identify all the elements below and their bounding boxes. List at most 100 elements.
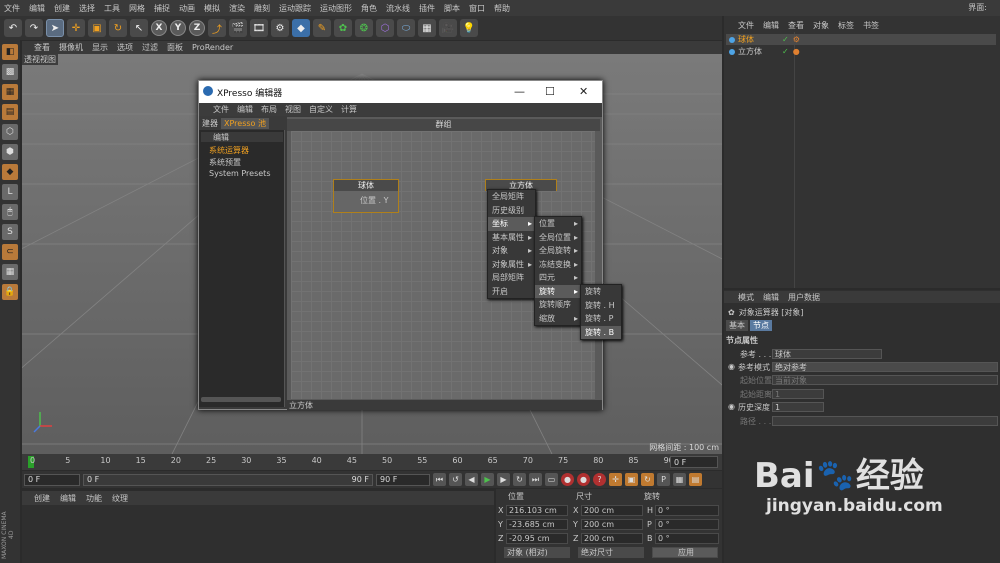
menu-edit[interactable]: 编辑 (29, 3, 45, 14)
x-axis-lock[interactable]: X (151, 20, 167, 36)
next-key-icon[interactable]: ↻ (513, 473, 526, 486)
menu-window[interactable]: 窗口 (469, 3, 485, 14)
menu-select[interactable]: 选择 (79, 3, 95, 14)
am-mode-menu[interactable]: 模式 (738, 292, 754, 303)
menu-item[interactable]: 位置 ▸ (535, 217, 581, 231)
menu-plugins[interactable]: 插件 (419, 3, 435, 14)
key-rotation-icon[interactable]: ↻ (641, 473, 654, 486)
size-x-field[interactable]: 200 cm (581, 504, 643, 516)
magnet-icon[interactable]: ⊂ (2, 244, 18, 260)
cameras-menu[interactable]: 摄像机 (59, 42, 83, 53)
om-tags-menu[interactable]: 标签 (838, 20, 854, 31)
tab-basic[interactable]: 基本 (726, 320, 748, 331)
tree-item-presets-en[interactable]: System Presets (209, 169, 271, 178)
menu-help[interactable]: 帮助 (494, 3, 510, 14)
size-z-field[interactable]: 200 cm (581, 532, 643, 544)
am-userdata-menu[interactable]: 用户数据 (788, 292, 820, 303)
tweak-mode-icon[interactable]: 🖱 (2, 204, 18, 220)
workplane-icon[interactable]: ▤ (2, 104, 18, 120)
menu-item[interactable]: 四元 ▸ (535, 271, 581, 285)
material-texture-menu[interactable]: 纹理 (112, 493, 128, 504)
array-icon[interactable]: ❂ (355, 19, 373, 37)
menu-item[interactable]: 基本属性 ▸ (488, 231, 535, 245)
frame-range-slider[interactable]: 0 F 90 F (83, 473, 373, 486)
menu-render[interactable]: 渲染 (229, 3, 245, 14)
texture-mode-icon[interactable]: ▦ (2, 84, 18, 100)
undo-icon[interactable]: ↶ (4, 19, 22, 37)
pen-icon[interactable]: ✎ (313, 19, 331, 37)
node-port[interactable]: 位置 . Y (334, 191, 398, 206)
start-position-dropdown[interactable]: 当前对象 (772, 375, 998, 385)
menu-file[interactable]: 文件 (4, 3, 20, 14)
material-area[interactable] (22, 505, 494, 563)
menu-item[interactable]: 旋转 (581, 285, 621, 299)
menu-simulate[interactable]: 模拟 (204, 3, 220, 14)
coordinate-system-icon[interactable]: ⤴ (208, 19, 226, 37)
tree-item-system-presets[interactable]: 系统预置 (209, 157, 241, 168)
key-param-icon[interactable]: P (657, 473, 670, 486)
loop-icon[interactable]: ▭ (545, 473, 558, 486)
menu-mesh[interactable]: 网格 (129, 3, 145, 14)
cube-icon[interactable]: ◆ (292, 19, 310, 37)
camera-icon[interactable]: 🎥 (439, 19, 457, 37)
history-depth-field[interactable]: 1 (772, 402, 824, 412)
visibility-check-icon[interactable]: ✓ (782, 35, 789, 44)
xp-edit-menu[interactable]: 编辑 (237, 104, 253, 115)
xpresso-tag-icon[interactable]: ⚙ (793, 35, 800, 44)
menu-tools[interactable]: 工具 (104, 3, 120, 14)
subdivision-icon[interactable]: ✿ (334, 19, 352, 37)
attr-radio-icon[interactable]: ◉ (728, 362, 735, 371)
apply-button[interactable]: 应用 (652, 547, 718, 558)
menu-animate[interactable]: 动画 (179, 3, 195, 14)
redo-icon[interactable]: ↷ (25, 19, 43, 37)
end-frame-field[interactable]: 90 F (376, 473, 430, 486)
menu-snap[interactable]: 捕捉 (154, 3, 170, 14)
model-mode-icon[interactable]: ▩ (2, 64, 18, 80)
floor-icon[interactable]: ⬭ (397, 19, 415, 37)
pos-y-field[interactable]: -23.685 cm (506, 518, 568, 530)
polygons-mode-icon[interactable]: ◆ (2, 164, 18, 180)
rot-b-field[interactable]: 0 ° (655, 532, 719, 544)
menu-item[interactable]: 旋转顺序 (535, 298, 581, 312)
next-frame-icon[interactable]: ▶ (497, 473, 510, 486)
menu-item[interactable]: 历史级别 (488, 204, 535, 218)
menu-item[interactable]: 开启 (488, 285, 535, 299)
menu-item[interactable]: 全局旋转 ▸ (535, 244, 581, 258)
axis-mode-icon[interactable]: L (2, 184, 18, 200)
pool-scrollbar[interactable] (201, 397, 281, 402)
rot-h-field[interactable]: 0 ° (655, 504, 719, 516)
menu-item[interactable]: 旋转 . P (581, 312, 621, 326)
deformer-icon[interactable]: ⬡ (376, 19, 394, 37)
menu-item[interactable]: 冻结变换 ▸ (535, 258, 581, 272)
lock-icon[interactable]: 🔒 (2, 284, 18, 300)
menu-script[interactable]: 脚本 (444, 3, 460, 14)
xp-calculate-menu[interactable]: 计算 (341, 104, 357, 115)
render-picture-viewer-icon[interactable]: 🎞 (250, 19, 268, 37)
key-position-icon[interactable]: ✛ (609, 473, 622, 486)
current-frame-field[interactable]: 0 F (670, 456, 718, 468)
record-icon[interactable]: ● (561, 473, 574, 486)
scheme-icon[interactable]: ▤ (689, 473, 702, 486)
tree-item-system-operators[interactable]: 系统运算器 (209, 145, 249, 156)
autokey-icon[interactable]: ● (577, 473, 590, 486)
rot-p-field[interactable]: 0 ° (655, 518, 719, 530)
material-create-menu[interactable]: 创建 (34, 493, 50, 504)
key-scale-icon[interactable]: ▣ (625, 473, 638, 486)
filter-menu[interactable]: 过滤 (142, 42, 158, 53)
go-to-start-icon[interactable]: ⏮ (433, 473, 446, 486)
points-mode-icon[interactable]: ⬡ (2, 124, 18, 140)
xp-layout-menu[interactable]: 布局 (261, 104, 277, 115)
recent-tool-icon[interactable]: ↖ (130, 19, 148, 37)
menu-mograph[interactable]: 运动图形 (320, 3, 352, 14)
menu-pipeline[interactable]: 流水线 (386, 3, 410, 14)
rotate-icon[interactable]: ↻ (109, 19, 127, 37)
size-mode-dropdown[interactable]: 绝对尺寸 (578, 547, 644, 558)
menu-item[interactable]: 全局矩阵 (488, 190, 535, 204)
material-edit-menu[interactable]: 编辑 (60, 493, 76, 504)
menu-item[interactable]: 局部矩阵 (488, 271, 535, 285)
panel-menu[interactable]: 面板 (167, 42, 183, 53)
snap-icon[interactable]: S (2, 224, 18, 240)
xp-view-menu[interactable]: 视图 (285, 104, 301, 115)
xp-file-menu[interactable]: 文件 (213, 104, 229, 115)
coord-mode-dropdown[interactable]: 对象 (相对) (504, 547, 570, 558)
